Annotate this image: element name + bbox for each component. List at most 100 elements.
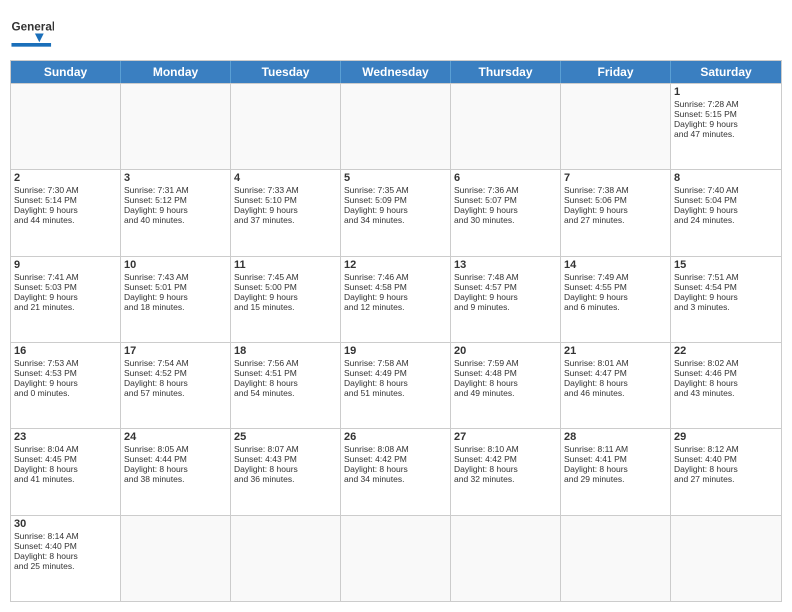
day-info: and 40 minutes. xyxy=(124,215,227,225)
day-info: and 47 minutes. xyxy=(674,129,778,139)
day-info: Sunrise: 7:30 AM xyxy=(14,185,117,195)
day-header-thursday: Thursday xyxy=(451,61,561,83)
calendar-cell xyxy=(451,84,561,169)
day-info: and 34 minutes. xyxy=(344,474,447,484)
calendar-cell xyxy=(231,516,341,601)
day-info: Sunset: 4:58 PM xyxy=(344,282,447,292)
day-number: 28 xyxy=(564,431,667,443)
day-info: and 6 minutes. xyxy=(564,302,667,312)
day-info: Daylight: 8 hours xyxy=(14,551,117,561)
day-info: and 49 minutes. xyxy=(454,388,557,398)
day-number: 6 xyxy=(454,172,557,184)
day-info: Daylight: 9 hours xyxy=(454,205,557,215)
day-number: 8 xyxy=(674,172,778,184)
week-row-5: 30Sunrise: 8:14 AMSunset: 4:40 PMDayligh… xyxy=(11,515,781,601)
svg-text:General: General xyxy=(11,21,54,34)
calendar-cell: 11Sunrise: 7:45 AMSunset: 5:00 PMDayligh… xyxy=(231,257,341,342)
day-info: Sunrise: 7:35 AM xyxy=(344,185,447,195)
day-info: Daylight: 9 hours xyxy=(674,205,778,215)
calendar-cell: 2Sunrise: 7:30 AMSunset: 5:14 PMDaylight… xyxy=(11,170,121,255)
day-number: 2 xyxy=(14,172,117,184)
day-number: 24 xyxy=(124,431,227,443)
day-info: Sunrise: 7:41 AM xyxy=(14,272,117,282)
day-info: Daylight: 9 hours xyxy=(14,205,117,215)
day-info: Sunrise: 7:48 AM xyxy=(454,272,557,282)
day-info: Sunset: 5:01 PM xyxy=(124,282,227,292)
day-info: Sunset: 5:09 PM xyxy=(344,195,447,205)
day-info: Daylight: 8 hours xyxy=(124,464,227,474)
day-info: Sunset: 5:03 PM xyxy=(14,282,117,292)
week-row-3: 16Sunrise: 7:53 AMSunset: 4:53 PMDayligh… xyxy=(11,342,781,428)
day-info: and 27 minutes. xyxy=(564,215,667,225)
calendar-cell xyxy=(231,84,341,169)
day-info: Daylight: 8 hours xyxy=(674,464,778,474)
calendar-cell: 19Sunrise: 7:58 AMSunset: 4:49 PMDayligh… xyxy=(341,343,451,428)
calendar-cell: 26Sunrise: 8:08 AMSunset: 4:42 PMDayligh… xyxy=(341,429,451,514)
day-info: and 38 minutes. xyxy=(124,474,227,484)
calendar-cell: 8Sunrise: 7:40 AMSunset: 5:04 PMDaylight… xyxy=(671,170,781,255)
calendar-cell xyxy=(671,516,781,601)
calendar-cell: 7Sunrise: 7:38 AMSunset: 5:06 PMDaylight… xyxy=(561,170,671,255)
day-info: Daylight: 8 hours xyxy=(234,378,337,388)
day-info: and 3 minutes. xyxy=(674,302,778,312)
day-info: Sunrise: 7:40 AM xyxy=(674,185,778,195)
day-number: 26 xyxy=(344,431,447,443)
day-number: 3 xyxy=(124,172,227,184)
day-info: Daylight: 9 hours xyxy=(344,205,447,215)
day-info: Daylight: 9 hours xyxy=(234,205,337,215)
day-info: Sunset: 4:46 PM xyxy=(674,368,778,378)
day-info: and 24 minutes. xyxy=(674,215,778,225)
day-info: and 0 minutes. xyxy=(14,388,117,398)
day-info: Sunset: 4:51 PM xyxy=(234,368,337,378)
day-info: Sunset: 5:04 PM xyxy=(674,195,778,205)
day-info: Daylight: 9 hours xyxy=(674,119,778,129)
day-info: and 43 minutes. xyxy=(674,388,778,398)
day-info: Sunrise: 7:49 AM xyxy=(564,272,667,282)
day-info: and 51 minutes. xyxy=(344,388,447,398)
day-info: Sunrise: 8:04 AM xyxy=(14,444,117,454)
day-info: Daylight: 8 hours xyxy=(564,378,667,388)
day-number: 7 xyxy=(564,172,667,184)
day-info: Sunset: 4:47 PM xyxy=(564,368,667,378)
day-number: 22 xyxy=(674,345,778,357)
day-number: 30 xyxy=(14,518,117,530)
day-info: Daylight: 8 hours xyxy=(344,378,447,388)
calendar-cell: 17Sunrise: 7:54 AMSunset: 4:52 PMDayligh… xyxy=(121,343,231,428)
day-info: Sunset: 4:44 PM xyxy=(124,454,227,464)
calendar-cell: 30Sunrise: 8:14 AMSunset: 4:40 PMDayligh… xyxy=(11,516,121,601)
day-number: 11 xyxy=(234,259,337,271)
day-info: and 54 minutes. xyxy=(234,388,337,398)
day-info: Sunset: 4:54 PM xyxy=(674,282,778,292)
day-info: Sunset: 4:48 PM xyxy=(454,368,557,378)
day-info: Daylight: 8 hours xyxy=(674,378,778,388)
day-info: Sunrise: 8:02 AM xyxy=(674,358,778,368)
day-number: 27 xyxy=(454,431,557,443)
day-info: Sunrise: 7:56 AM xyxy=(234,358,337,368)
day-number: 21 xyxy=(564,345,667,357)
week-row-1: 2Sunrise: 7:30 AMSunset: 5:14 PMDaylight… xyxy=(11,169,781,255)
day-info: and 18 minutes. xyxy=(124,302,227,312)
day-info: Daylight: 9 hours xyxy=(344,292,447,302)
calendar-cell: 13Sunrise: 7:48 AMSunset: 4:57 PMDayligh… xyxy=(451,257,561,342)
calendar-cell: 10Sunrise: 7:43 AMSunset: 5:01 PMDayligh… xyxy=(121,257,231,342)
calendar-cell: 12Sunrise: 7:46 AMSunset: 4:58 PMDayligh… xyxy=(341,257,451,342)
day-info: and 32 minutes. xyxy=(454,474,557,484)
calendar-cell: 5Sunrise: 7:35 AMSunset: 5:09 PMDaylight… xyxy=(341,170,451,255)
calendar-cell: 22Sunrise: 8:02 AMSunset: 4:46 PMDayligh… xyxy=(671,343,781,428)
day-info: Daylight: 8 hours xyxy=(14,464,117,474)
calendar-cell: 6Sunrise: 7:36 AMSunset: 5:07 PMDaylight… xyxy=(451,170,561,255)
day-info: and 34 minutes. xyxy=(344,215,447,225)
day-info: Daylight: 8 hours xyxy=(344,464,447,474)
calendar-cell: 3Sunrise: 7:31 AMSunset: 5:12 PMDaylight… xyxy=(121,170,231,255)
day-info: Sunset: 4:43 PM xyxy=(234,454,337,464)
day-info: Sunrise: 7:45 AM xyxy=(234,272,337,282)
calendar-cell: 4Sunrise: 7:33 AMSunset: 5:10 PMDaylight… xyxy=(231,170,341,255)
day-info: Sunrise: 8:05 AM xyxy=(124,444,227,454)
day-header-sunday: Sunday xyxy=(11,61,121,83)
week-row-0: 1Sunrise: 7:28 AMSunset: 5:15 PMDaylight… xyxy=(11,83,781,169)
day-info: Daylight: 9 hours xyxy=(674,292,778,302)
logo: General xyxy=(10,10,54,54)
day-info: Sunset: 5:00 PM xyxy=(234,282,337,292)
day-info: Daylight: 8 hours xyxy=(124,378,227,388)
calendar-cell: 28Sunrise: 8:11 AMSunset: 4:41 PMDayligh… xyxy=(561,429,671,514)
